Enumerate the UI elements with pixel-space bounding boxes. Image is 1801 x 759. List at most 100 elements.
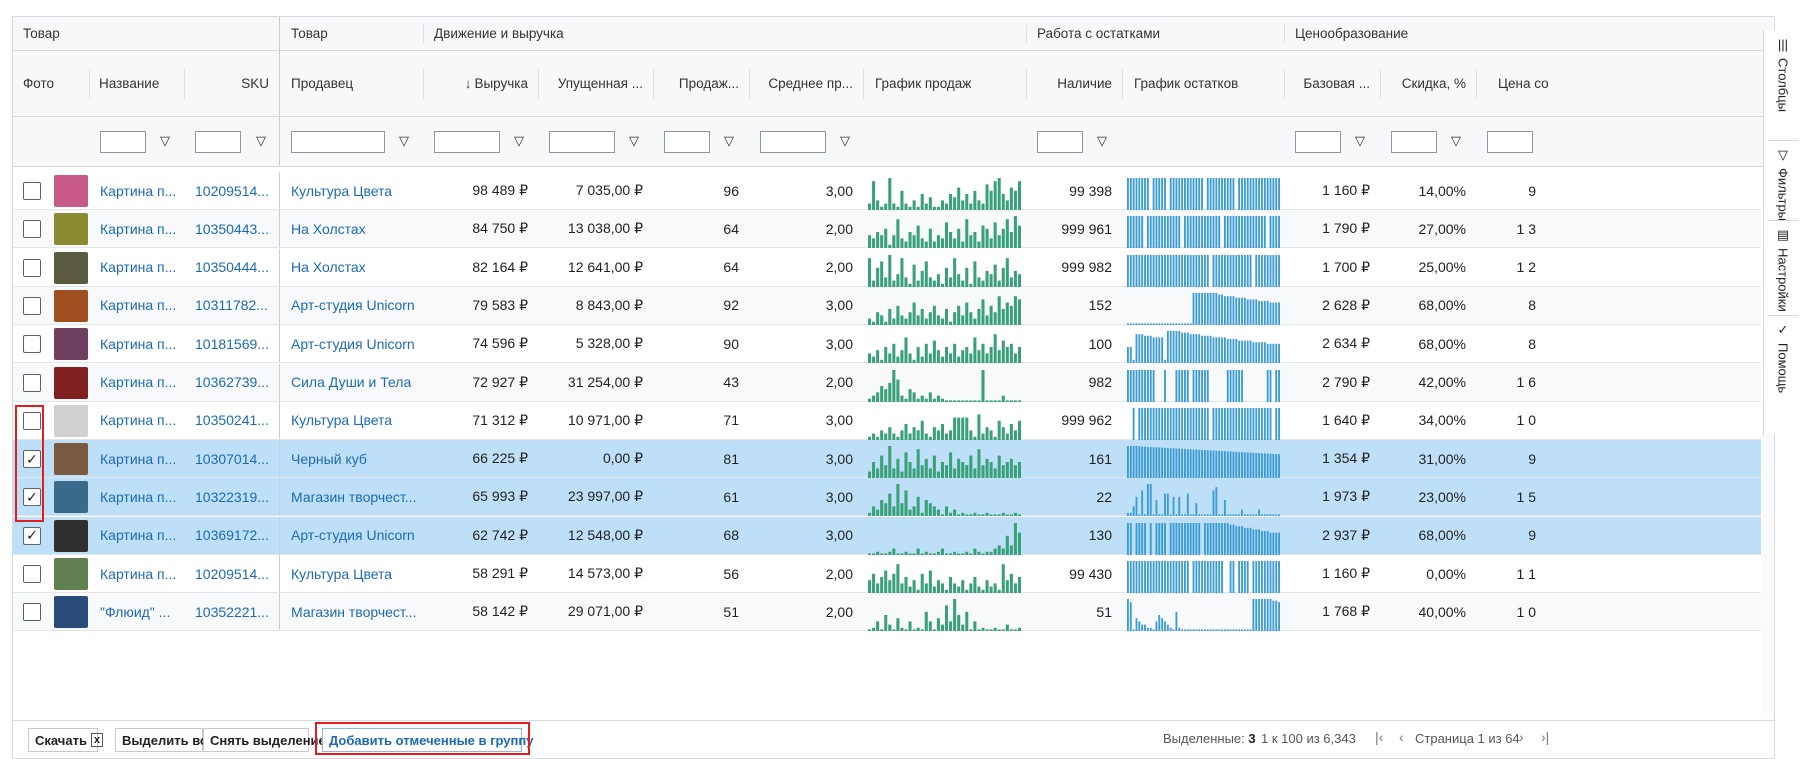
- cell-name[interactable]: Картина п...: [100, 440, 184, 477]
- row-checkbox[interactable]: [23, 182, 41, 200]
- table-row[interactable]: Картина п... 10362739... Сила Души и Тела 7…: [13, 363, 1761, 402]
- prev-page-icon[interactable]: ‹: [1399, 729, 1404, 745]
- cell-seller[interactable]: На Холстах: [291, 249, 421, 286]
- filter-lost-input[interactable]: [549, 131, 615, 153]
- cell-seller[interactable]: Магазин творчест...: [291, 593, 421, 630]
- filter-name-input[interactable]: [100, 131, 146, 153]
- cell-name[interactable]: Картина п...: [100, 325, 184, 362]
- header-photo[interactable]: Фото: [13, 51, 89, 116]
- table-row[interactable]: Картина п... 10350444... На Холстах 82 164 …: [13, 248, 1761, 287]
- filter-icon[interactable]: ▽: [158, 133, 172, 149]
- filter-icon[interactable]: ▽: [1095, 133, 1109, 149]
- cell-sku[interactable]: 10322319...: [195, 478, 279, 515]
- filter-icon[interactable]: ▽: [254, 133, 268, 149]
- row-checkbox[interactable]: [23, 296, 41, 315]
- cell-seller[interactable]: Магазин творчест...: [291, 478, 421, 515]
- cell-name[interactable]: Картина п...: [100, 249, 184, 286]
- cell-name[interactable]: Картина п...: [100, 172, 184, 209]
- select-all-button[interactable]: Выделить все: [115, 728, 214, 752]
- header-stock-chart[interactable]: График остатков: [1124, 51, 1284, 116]
- header-discount[interactable]: Скидка, %: [1380, 51, 1476, 116]
- last-page-icon[interactable]: ›|: [1541, 729, 1549, 745]
- filter-price-input[interactable]: [1487, 131, 1533, 153]
- sidebar-tab-help[interactable]: ✓ Помощь: [1764, 323, 1801, 394]
- cell-seller[interactable]: Культура Цвета: [291, 172, 421, 209]
- cell-sku[interactable]: 10209514...: [195, 172, 279, 209]
- row-checkbox[interactable]: [23, 220, 41, 239]
- row-checkbox[interactable]: [23, 603, 41, 622]
- download-button[interactable]: Скачать x: [28, 728, 104, 752]
- row-checkbox[interactable]: [23, 373, 41, 392]
- product-thumbnail[interactable]: [54, 404, 88, 437]
- header-revenue[interactable]: ↓ Выручка: [423, 51, 538, 116]
- first-page-icon[interactable]: |‹: [1375, 729, 1383, 745]
- product-thumbnail[interactable]: [54, 519, 88, 552]
- table-row[interactable]: Картина п... 10209514... Культура Цвета 98 …: [13, 172, 1761, 210]
- product-thumbnail[interactable]: [54, 251, 88, 284]
- sidebar-tab-columns[interactable]: ||| Столбцы: [1764, 38, 1801, 112]
- header-sales-chart[interactable]: График продаж: [865, 51, 1025, 116]
- cell-seller[interactable]: Арт-студия Unicorn: [291, 325, 421, 362]
- row-checkbox[interactable]: [23, 565, 41, 583]
- table-row[interactable]: Картина п... 10350241... Культура Цвета 71 …: [13, 401, 1761, 440]
- header-seller[interactable]: Продавец: [281, 51, 423, 116]
- cell-seller[interactable]: Арт-студия Unicorn: [291, 517, 421, 554]
- cell-sku[interactable]: 10181569...: [195, 325, 279, 362]
- table-row[interactable]: ✓ Картина п... 10322319... Магазин творчест…: [13, 478, 1761, 517]
- product-thumbnail[interactable]: [54, 596, 88, 629]
- filter-discount-input[interactable]: [1391, 131, 1437, 153]
- header-base-price[interactable]: Базовая ...: [1284, 51, 1380, 116]
- cell-sku[interactable]: 10307014...: [195, 440, 279, 477]
- filter-sales-input[interactable]: [664, 131, 710, 153]
- cell-name[interactable]: Картина п...: [100, 555, 184, 592]
- table-row[interactable]: Картина п... 10209514... Культура Цвета 58 …: [13, 555, 1761, 593]
- cell-sku[interactable]: 10350443...: [195, 210, 279, 247]
- product-thumbnail[interactable]: [54, 481, 88, 514]
- product-thumbnail[interactable]: [54, 366, 88, 399]
- cell-name[interactable]: Картина п...: [100, 210, 184, 247]
- table-row[interactable]: ✓ Картина п... 10369172... Арт-студия Unico…: [13, 516, 1761, 555]
- header-stock[interactable]: Наличие: [1026, 51, 1122, 116]
- cell-sku[interactable]: 10350241...: [195, 402, 279, 439]
- cell-seller[interactable]: Сила Души и Тела: [291, 364, 421, 401]
- product-thumbnail[interactable]: [54, 558, 88, 590]
- header-sales[interactable]: Продаж...: [653, 51, 749, 116]
- cell-sku[interactable]: 10352221...: [195, 593, 279, 630]
- cell-name[interactable]: Картина п...: [100, 287, 184, 324]
- filter-icon[interactable]: ▽: [722, 133, 736, 149]
- filter-avg-input[interactable]: [760, 131, 826, 153]
- filter-base-input[interactable]: [1295, 131, 1341, 153]
- table-row[interactable]: Картина п... 10311782... Арт-студия Unicor…: [13, 286, 1761, 325]
- product-thumbnail[interactable]: [54, 443, 88, 476]
- cell-sku[interactable]: 10311782...: [195, 287, 279, 324]
- filter-icon[interactable]: ▽: [1353, 133, 1367, 149]
- cell-sku[interactable]: 10369172...: [195, 517, 279, 554]
- product-thumbnail[interactable]: [54, 328, 88, 361]
- row-checkbox[interactable]: ✓: [23, 526, 41, 545]
- cell-seller[interactable]: Культура Цвета: [291, 555, 421, 592]
- cell-seller[interactable]: На Холстах: [291, 210, 421, 247]
- header-lost-revenue[interactable]: Упущенная ...: [538, 51, 653, 116]
- header-sku[interactable]: SKU: [184, 51, 279, 116]
- table-row[interactable]: "Флюид" ... 10352221... Магазин творчест..…: [13, 593, 1761, 632]
- filter-sku-input[interactable]: [195, 131, 241, 153]
- filter-icon[interactable]: ▽: [512, 133, 526, 149]
- table-row[interactable]: Картина п... 10181569... Арт-студия Unicor…: [13, 325, 1761, 364]
- cell-sku[interactable]: 10209514...: [195, 555, 279, 592]
- product-thumbnail[interactable]: [54, 175, 88, 207]
- filter-icon[interactable]: ▽: [838, 133, 852, 149]
- sidebar-tab-filters[interactable]: ▽ Фильтры: [1764, 148, 1801, 222]
- filter-icon[interactable]: ▽: [397, 133, 411, 149]
- next-page-icon[interactable]: ›: [1519, 729, 1524, 745]
- filter-stock-input[interactable]: [1037, 131, 1083, 153]
- filter-icon[interactable]: ▽: [1449, 133, 1463, 149]
- sidebar-tab-settings[interactable]: ▤ Настройки: [1764, 228, 1801, 312]
- cell-name[interactable]: Картина п...: [100, 517, 184, 554]
- cell-name[interactable]: Картина п...: [100, 402, 184, 439]
- product-thumbnail[interactable]: [54, 289, 88, 322]
- cell-seller[interactable]: Культура Цвета: [291, 402, 421, 439]
- cell-sku[interactable]: 10350444...: [195, 249, 279, 286]
- header-price-partial[interactable]: Цена со: [1488, 51, 1568, 116]
- cell-seller[interactable]: Арт-студия Unicorn: [291, 287, 421, 324]
- header-avg-price[interactable]: Среднее пр...: [749, 51, 863, 116]
